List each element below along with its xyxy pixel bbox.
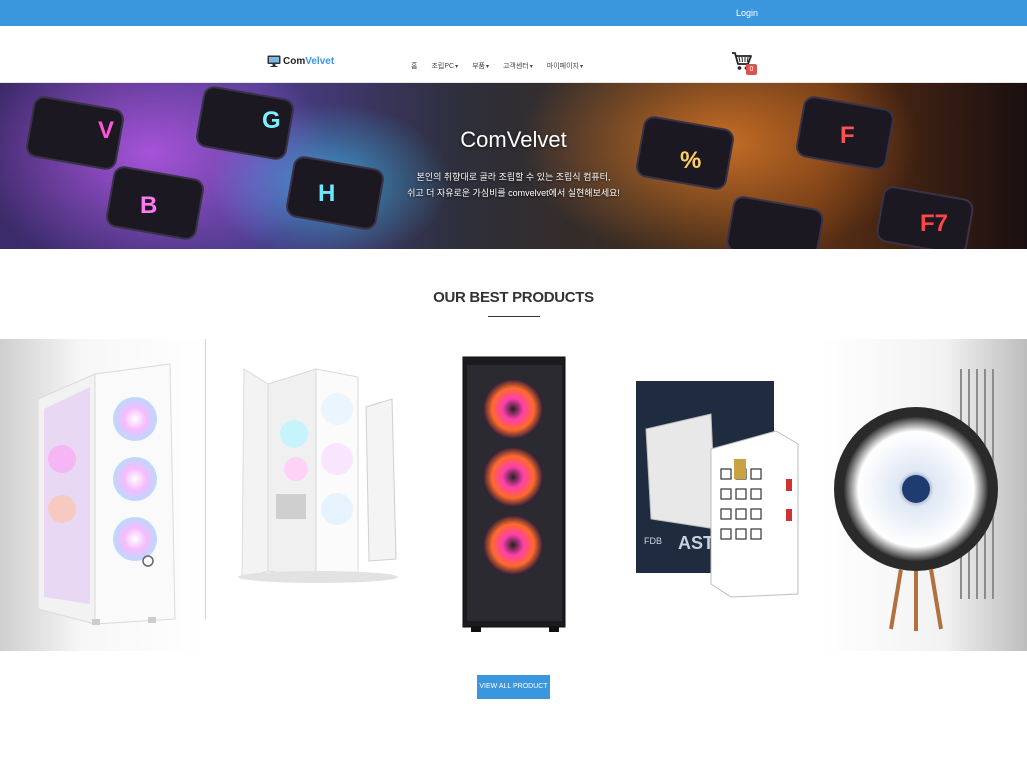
keyboard-background-image: V G B H % F F7 <box>0 83 1027 249</box>
nav-home[interactable]: 홈 <box>411 61 417 71</box>
hero-tagline-2: 쉬고 더 자유로운 가심비를 comvelvet에서 실현해보세요! <box>407 188 620 198</box>
cart-count-badge: 0 <box>746 64 757 75</box>
view-all-products-button[interactable]: VIEW ALL PRODUCT <box>477 675 550 699</box>
svg-text:FDB: FDB <box>644 536 662 546</box>
caret-down-icon: ▾ <box>485 64 489 70</box>
caret-down-icon: ▾ <box>455 64 459 70</box>
heading-underline <box>488 316 540 317</box>
best-products-heading: OUR BEST PRODUCTS <box>433 289 594 306</box>
top-bar: Login <box>0 0 1027 26</box>
product-card-cpu-cooler[interactable] <box>821 339 1027 651</box>
svg-text:F7: F7 <box>920 210 948 237</box>
site-logo[interactable]: Com Velvet <box>267 55 334 67</box>
caret-down-icon: ▾ <box>529 64 533 70</box>
product-card-white-open-case[interactable] <box>206 339 411 651</box>
nav-home-label: 홈 <box>411 63 418 70</box>
nav-mypage[interactable]: 마이페이지▾ <box>547 61 583 71</box>
product-card-power-supply[interactable]: FDB ASTR <box>616 339 821 651</box>
caret-down-icon: ▾ <box>579 64 583 70</box>
monitor-icon <box>267 55 281 67</box>
hero-title: ComVelvet <box>460 127 567 152</box>
hero-banner: V G B H % F F7 ComVelvet 본인의 취향대로 골라 조립할… <box>0 83 1027 249</box>
logo-text-com: Com <box>283 55 306 67</box>
main-nav: 홈 조립PC▾ 부품▾ 고객센터▾ 마이페이지▾ <box>411 61 597 71</box>
cart-button[interactable]: 0 <box>731 50 759 78</box>
cpu-tower-cooler-image <box>821 339 1027 651</box>
nav-parts[interactable]: 부품▾ <box>472 61 489 71</box>
nav-custom-pc[interactable]: 조립PC▾ <box>431 61 458 71</box>
hero-tagline-1: 본인의 취향대로 골라 조립할 수 있는 조립식 컴퓨터, <box>416 172 611 182</box>
best-products-carousel: FDB ASTR <box>0 339 1027 651</box>
login-link[interactable]: Login <box>736 8 758 18</box>
white-open-pc-case-image <box>206 339 411 651</box>
astro-power-supply-image: FDB ASTR <box>616 339 821 651</box>
logo-text-velvet: Velvet <box>305 55 335 67</box>
white-mesh-pc-case-image <box>0 339 206 651</box>
header: Com Velvet 홈 조립PC▾ 부품▾ 고객센터▾ 마이페이지▾ 0 <box>0 26 1027 83</box>
product-card-white-mesh-case[interactable] <box>0 339 206 651</box>
nav-parts-label: 부품 <box>472 63 485 70</box>
nav-support[interactable]: 고객센터▾ <box>503 61 533 71</box>
nav-custom-pc-label: 조립PC <box>431 63 455 70</box>
nav-mypage-label: 마이페이지 <box>546 63 579 70</box>
black-rgb-pc-case-image <box>411 339 616 651</box>
product-card-black-rgb-case[interactable] <box>411 339 616 651</box>
nav-support-label: 고객센터 <box>502 63 529 70</box>
